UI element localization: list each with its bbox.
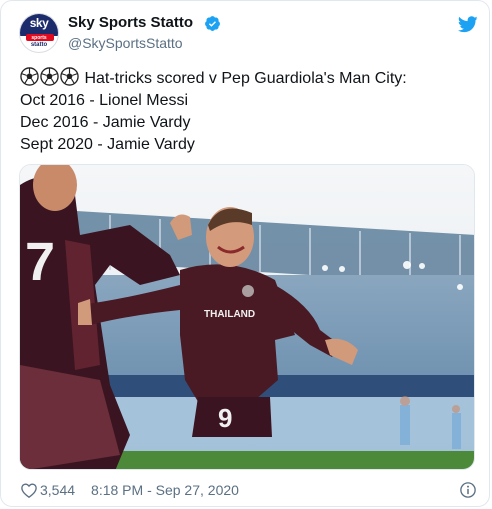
like-count[interactable]: 3,544: [40, 482, 75, 498]
timestamp-link[interactable]: 8:18 PM - Sep 27, 2020: [91, 482, 239, 498]
tweet-photo[interactable]: 7 9 THAILAND: [19, 164, 475, 470]
user-handle[interactable]: @SkySportsStatto: [68, 35, 183, 51]
heart-icon[interactable]: [20, 481, 38, 499]
jersey-front-number: 9: [218, 403, 232, 433]
tweet-footer: 3,544 8:18 PM - Sep 27, 2020: [20, 479, 239, 501]
avatar-sub-text: sports: [31, 35, 47, 41]
verified-badge-icon: [205, 16, 220, 31]
soccer-ball-icon: [20, 67, 39, 86]
tweet-line: Dec 2016 - Jamie Vardy: [20, 114, 191, 131]
avatar[interactable]: sky sports statto: [19, 13, 59, 53]
twitter-bird-icon[interactable]: [458, 16, 478, 33]
jersey-back-number: 7: [25, 232, 55, 292]
display-name[interactable]: Sky Sports Statto: [68, 14, 193, 31]
tweet-text: Hat-tricks scored v Pep Guardiola's Man …: [20, 67, 480, 156]
shirt-sponsor-text: THAILAND: [204, 309, 255, 320]
celebration-photo: 7 9 THAILAND: [20, 165, 474, 469]
soccer-ball-icon: [60, 67, 79, 86]
tweet-line-text: Hat-tricks scored v Pep Guardiola's Man …: [84, 70, 407, 87]
avatar-logo-text: sky: [29, 16, 49, 30]
tweet-line-intro: Hat-tricks scored v Pep Guardiola's Man …: [20, 67, 480, 90]
avatar-name-text: statto: [30, 42, 48, 48]
info-icon[interactable]: [459, 481, 477, 499]
tweet-line: Sept 2020 - Jamie Vardy: [20, 136, 195, 153]
tweet-line: Oct 2016 - Lionel Messi: [20, 92, 189, 109]
soccer-ball-icon: [40, 67, 59, 86]
tweet-card[interactable]: sky sports statto Sky Sports Statto @Sky…: [0, 0, 490, 507]
